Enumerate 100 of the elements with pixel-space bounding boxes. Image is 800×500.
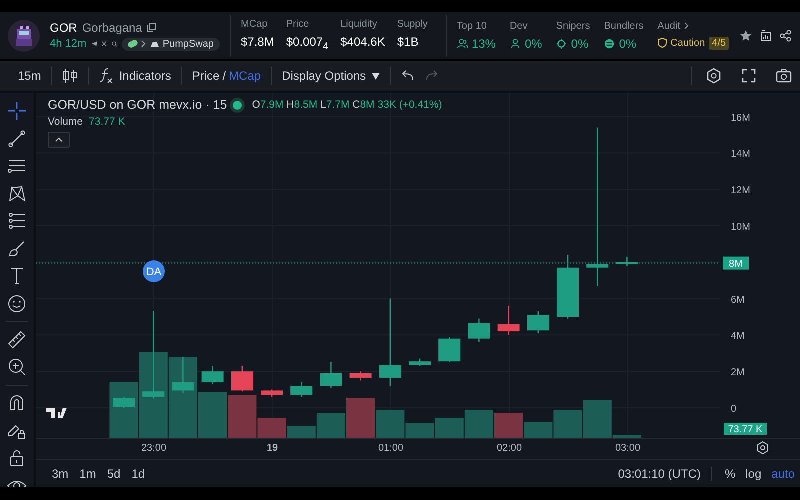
status-dot	[233, 100, 242, 110]
candle	[290, 382, 313, 398]
stat-value: $404.6K	[340, 34, 386, 49]
candle	[527, 312, 550, 334]
shield-icon	[658, 38, 667, 48]
pattern-tool-icon[interactable]	[7, 184, 27, 204]
x-axis-label: 19	[266, 443, 278, 454]
scale-toggle[interactable]: auto	[766, 466, 800, 480]
volume-tag: 73.77 K	[724, 423, 767, 436]
candle	[113, 397, 135, 408]
audit-score: 4/5	[709, 36, 730, 50]
candle	[557, 255, 579, 319]
x-axis-label: 01:00	[378, 443, 404, 454]
chart-title: GOR/USD on GOR mevx.io · 15	[48, 98, 228, 112]
scale-toggle[interactable]: log	[740, 466, 767, 480]
y-axis-label: 12M	[731, 186, 750, 197]
range-button[interactable]: 3m	[52, 466, 69, 480]
audit-link[interactable]: Audit	[658, 20, 680, 32]
crosshair-tool-icon[interactable]	[7, 101, 27, 121]
audit-status: Caution	[670, 38, 706, 48]
holder-value: 0%	[571, 36, 589, 50]
y-axis-label: 10M	[731, 222, 750, 233]
y-axis-label: 0	[731, 404, 737, 415]
telegram-icon[interactable]	[92, 39, 98, 49]
x-axis-label: 02:00	[496, 443, 522, 454]
settings-icon[interactable]	[706, 68, 722, 84]
holder-label: Snipers	[556, 20, 590, 32]
clock: 03:01:10 (UTC)	[618, 466, 712, 480]
zoom-tool-icon[interactable]	[7, 357, 27, 377]
range-button[interactable]: 5d	[107, 466, 121, 480]
camera-icon[interactable]	[776, 69, 792, 83]
ruler-tool-icon[interactable]	[7, 330, 27, 350]
fib-tool-icon[interactable]	[7, 211, 27, 231]
candle	[616, 256, 638, 266]
settings-icon[interactable]	[758, 441, 768, 455]
y-axis-label: 6M	[731, 294, 745, 306]
function-icon	[99, 68, 114, 84]
candle	[320, 362, 342, 388]
candle	[409, 358, 431, 366]
unit-toggle[interactable]: MCap	[229, 69, 262, 83]
tradingview-logo-icon	[46, 408, 67, 418]
y-axis-label: 4M	[731, 331, 745, 342]
target-icon	[556, 38, 568, 50]
candle	[202, 366, 224, 384]
y-axis-label: 2M	[731, 368, 745, 379]
redo-icon[interactable]	[425, 70, 440, 82]
unit-separator: /	[222, 69, 226, 83]
range-button[interactable]: 1m	[80, 466, 96, 480]
group-icon	[456, 38, 468, 50]
trendline-tool-icon[interactable]	[7, 128, 27, 148]
stat-label: Price	[286, 18, 310, 30]
holder-value: 13%	[472, 36, 496, 50]
holder-label: Bundlers	[604, 20, 644, 32]
stat-value: $0.007$_{4}$	[286, 34, 329, 52]
volume-bar	[435, 418, 464, 438]
share-icon[interactable]	[780, 30, 792, 42]
stat-label: Supply	[397, 18, 428, 30]
token-age: 4h 12m	[50, 38, 87, 50]
unit-toggle[interactable]: Price	[192, 69, 220, 83]
stat-label: Liquidity	[340, 18, 378, 30]
volume-label: Volume	[48, 116, 84, 128]
candle	[261, 390, 283, 398]
token-name: Gorbagana	[82, 20, 142, 34]
candle	[172, 357, 194, 394]
chevron-right-icon[interactable]	[684, 22, 690, 30]
search-icon[interactable]	[112, 39, 117, 49]
dex-badge[interactable]: PumpSwap	[122, 38, 220, 50]
candle	[498, 306, 520, 336]
candle	[350, 372, 372, 381]
collapse-button[interactable]	[48, 132, 70, 148]
candle	[468, 318, 490, 342]
interval-button[interactable]: 15m	[8, 69, 52, 83]
candle	[231, 366, 254, 392]
holder-value: 0%	[524, 36, 542, 50]
stat-value: $7.8M	[241, 34, 274, 49]
emoji-tool-icon[interactable]	[7, 294, 27, 314]
stat-value: $1B	[397, 34, 420, 49]
volume-value: 73.77 K	[89, 116, 126, 128]
volume-bar	[464, 410, 494, 438]
bundle-icon	[604, 38, 616, 50]
x-axis-label: 03:00	[615, 443, 641, 454]
indicators-button[interactable]: Indicators	[89, 68, 182, 84]
token-symbol: GOR	[50, 20, 78, 34]
copy-icon[interactable]	[147, 23, 156, 32]
y-axis-label: 16M	[731, 112, 750, 124]
chart-icon[interactable]	[760, 30, 772, 42]
brush-tool-icon[interactable]	[7, 238, 27, 258]
holder-label: Dev	[510, 20, 529, 32]
caret-icon	[372, 72, 380, 80]
range-button[interactable]: 1d	[132, 466, 146, 480]
x-icon[interactable]	[102, 39, 107, 49]
ohlc-readout: O7.9M H8.5M L7.7M C8M 33K (+0.41%)	[252, 99, 442, 111]
person-icon	[510, 38, 521, 50]
star-icon[interactable]	[740, 30, 752, 42]
y-axis-label: 14M	[731, 149, 750, 160]
display-options-button[interactable]: Display Options	[272, 69, 390, 83]
stat-label: MCap	[241, 18, 269, 30]
fullscreen-icon[interactable]	[742, 69, 756, 83]
marker-badge[interactable]: DA	[143, 260, 165, 282]
scale-toggle[interactable]: %	[720, 466, 741, 480]
